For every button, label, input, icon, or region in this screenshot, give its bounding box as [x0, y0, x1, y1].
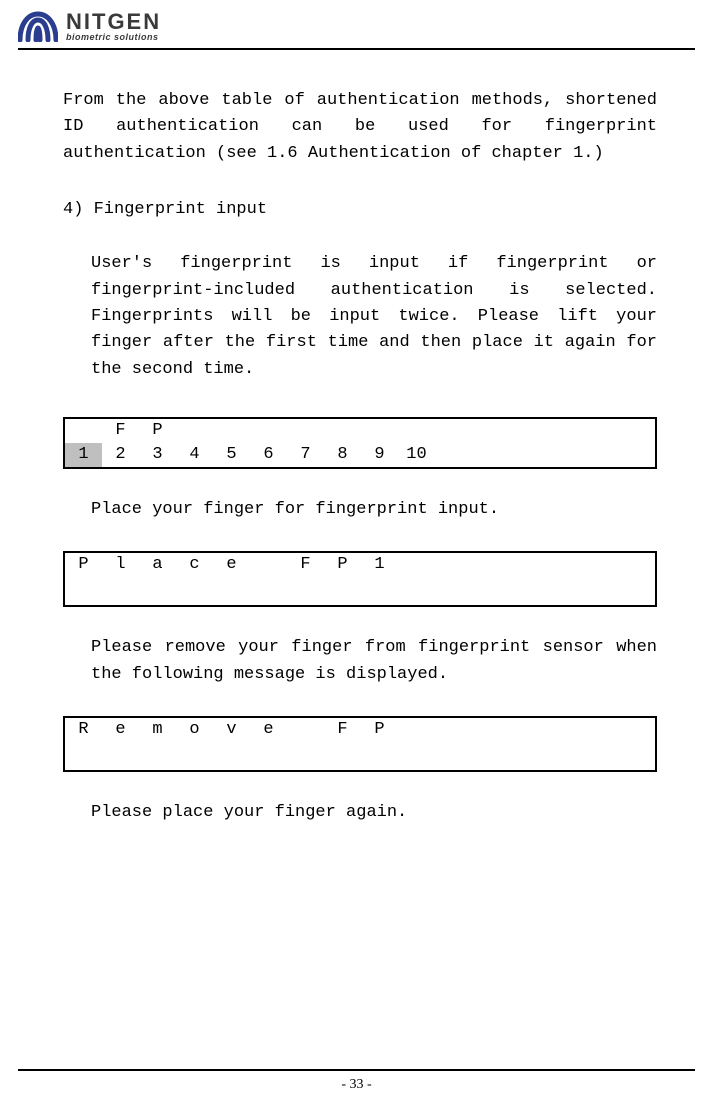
cell: m [139, 718, 176, 742]
cell: 1 [361, 553, 398, 577]
display-row: 1 2 3 4 5 6 7 8 9 10 [65, 443, 655, 467]
cell [398, 419, 435, 443]
cell-selected: 1 [65, 443, 102, 467]
header: NITGEN biometric solutions [18, 10, 695, 50]
cell: 10 [398, 443, 435, 467]
cell [250, 419, 287, 443]
cell: 4 [176, 443, 213, 467]
paragraph-place-finger: Place your finger for fingerprint input. [63, 497, 657, 523]
cell: e [102, 718, 139, 742]
cell: F [324, 718, 361, 742]
cell [250, 553, 287, 577]
cell [176, 419, 213, 443]
cell [287, 419, 324, 443]
logo-icon [18, 10, 58, 42]
cell [213, 419, 250, 443]
cell: a [139, 553, 176, 577]
cell: 5 [213, 443, 250, 467]
lcd-display-remove-fp: R e m o v e F P [63, 716, 657, 772]
cell: R [65, 718, 102, 742]
cell: 8 [324, 443, 361, 467]
lcd-display-fp-selector: F P 1 2 3 4 5 6 7 8 9 10 [63, 417, 657, 469]
page: NITGEN biometric solutions From the abov… [0, 0, 713, 1107]
cell: v [213, 718, 250, 742]
display-row: F P [65, 419, 655, 443]
logo-name: NITGEN [66, 11, 161, 33]
display-empty-row [65, 744, 655, 770]
display-empty-row [65, 579, 655, 605]
cell: P [139, 419, 176, 443]
cell: 7 [287, 443, 324, 467]
cell [324, 419, 361, 443]
cell: F [102, 419, 139, 443]
content: From the above table of authentication m… [18, 88, 695, 826]
cell: e [213, 553, 250, 577]
logo-tagline: biometric solutions [66, 33, 161, 42]
display-row: R e m o v e F P [65, 718, 655, 744]
cell: e [250, 718, 287, 742]
paragraph-intro-text: From the above table of authentication m… [63, 91, 657, 163]
paragraph-fingerprint-desc: User's fingerprint is input if fingerpri… [63, 251, 657, 383]
cell: 6 [250, 443, 287, 467]
cell: 9 [361, 443, 398, 467]
logo-text: NITGEN biometric solutions [66, 11, 161, 42]
cell: o [176, 718, 213, 742]
cell: P [65, 553, 102, 577]
cell: 3 [139, 443, 176, 467]
cell: F [287, 553, 324, 577]
paragraph-place-again: Please place your finger again. [63, 800, 657, 826]
cell: P [361, 718, 398, 742]
cell [361, 419, 398, 443]
page-number: - 33 - [341, 1077, 371, 1092]
footer: - 33 - [18, 1069, 695, 1093]
heading-fingerprint-input: 4) Fingerprint input [63, 197, 657, 223]
lcd-display-place-fp: P l a c e F P 1 [63, 551, 657, 607]
cell: 2 [102, 443, 139, 467]
paragraph-remove-finger: Please remove your finger from fingerpri… [63, 635, 657, 688]
cell: l [102, 553, 139, 577]
cell [287, 718, 324, 742]
cell: P [324, 553, 361, 577]
paragraph-intro: From the above table of authentication m… [63, 88, 657, 167]
cell: c [176, 553, 213, 577]
cell [65, 419, 102, 443]
display-row: P l a c e F P 1 [65, 553, 655, 579]
